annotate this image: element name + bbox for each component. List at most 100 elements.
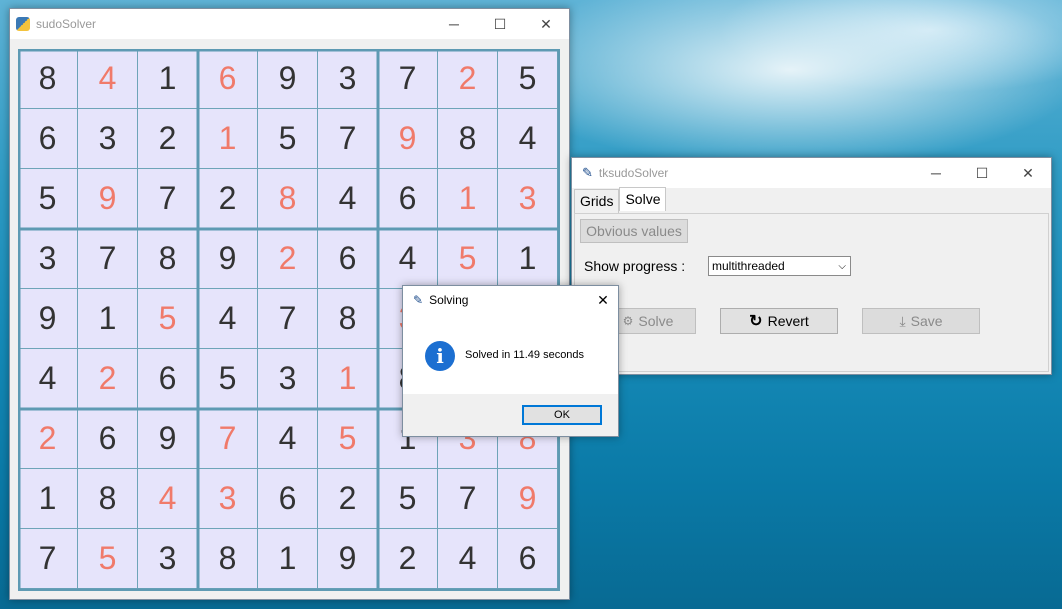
sudoku-cell-r2c5[interactable]: 5 [258, 109, 318, 169]
sudoku-cell-r3c3[interactable]: 7 [138, 169, 198, 229]
maximize-button[interactable]: ☐ [477, 9, 523, 39]
sudoku-cell-r4c7[interactable]: 4 [378, 229, 438, 289]
feather-icon: ✎ [582, 165, 593, 180]
sudoku-cell-r5c4[interactable]: 4 [198, 289, 258, 349]
sudoku-cell-r9c7[interactable]: 2 [378, 529, 438, 589]
obvious-values-button[interactable]: Obvious values [580, 219, 688, 243]
sudoku-cell-r4c3[interactable]: 8 [138, 229, 198, 289]
sudoku-cell-r1c3[interactable]: 1 [138, 49, 198, 109]
sudoku-cell-r5c1[interactable]: 9 [18, 289, 78, 349]
solve-icon: ⚙ [622, 314, 634, 328]
sudoku-cell-r3c6[interactable]: 4 [318, 169, 378, 229]
sudoku-cell-r1c9[interactable]: 5 [498, 49, 558, 109]
ok-button[interactable]: OK [522, 405, 602, 425]
sudoku-cell-r8c1[interactable]: 1 [18, 469, 78, 529]
sudoku-cell-r8c8[interactable]: 7 [438, 469, 498, 529]
sudoku-cell-r3c2[interactable]: 9 [78, 169, 138, 229]
sudoku-cell-r7c4[interactable]: 7 [198, 409, 258, 469]
sudoku-cell-r3c9[interactable]: 3 [498, 169, 558, 229]
sudoku-cell-r2c3[interactable]: 2 [138, 109, 198, 169]
sudoku-cell-r7c1[interactable]: 2 [18, 409, 78, 469]
chevron-down-icon: ⌵ [838, 260, 846, 272]
sudoku-cell-r1c4[interactable]: 6 [198, 49, 258, 109]
sudoku-cell-r8c7[interactable]: 5 [378, 469, 438, 529]
revert-icon: ↻ [749, 313, 763, 330]
sudoku-cell-r4c8[interactable]: 5 [438, 229, 498, 289]
minimize-button[interactable]: ─ [913, 158, 959, 188]
sudoku-cell-r1c6[interactable]: 3 [318, 49, 378, 109]
dialog-close-button[interactable]: ✕ [588, 286, 618, 314]
sudoku-cell-r1c7[interactable]: 7 [378, 49, 438, 109]
tk-titlebar: ✎ tksudoSolver ─ ☐ ✕ [572, 158, 1051, 188]
sudoku-cell-r4c6[interactable]: 6 [318, 229, 378, 289]
sudoku-cell-r4c5[interactable]: 2 [258, 229, 318, 289]
sudoku-cell-r4c2[interactable]: 7 [78, 229, 138, 289]
show-progress-select[interactable]: multithreaded ⌵ [708, 256, 851, 276]
sudoku-cell-r3c4[interactable]: 2 [198, 169, 258, 229]
sudoku-cell-r1c5[interactable]: 9 [258, 49, 318, 109]
sudoku-cell-r3c5[interactable]: 8 [258, 169, 318, 229]
sudoku-cell-r9c1[interactable]: 7 [18, 529, 78, 589]
sudoku-cell-r9c6[interactable]: 9 [318, 529, 378, 589]
sudoku-cell-r9c3[interactable]: 3 [138, 529, 198, 589]
sudoku-cell-r5c6[interactable]: 8 [318, 289, 378, 349]
sudoku-cell-r2c2[interactable]: 3 [78, 109, 138, 169]
sudoku-cell-r6c3[interactable]: 6 [138, 349, 198, 409]
python-icon [16, 17, 30, 31]
sudoku-cell-r4c4[interactable]: 9 [198, 229, 258, 289]
sudoku-cell-r6c5[interactable]: 3 [258, 349, 318, 409]
sudoku-cell-r2c1[interactable]: 6 [18, 109, 78, 169]
sudoku-titlebar: sudoSolver ─ ☐ ✕ [10, 9, 569, 39]
revert-button[interactable]: ↻ Revert [720, 308, 838, 334]
close-button[interactable]: ✕ [523, 9, 569, 39]
sudoku-cell-r4c9[interactable]: 1 [498, 229, 558, 289]
sudoku-cell-r3c8[interactable]: 1 [438, 169, 498, 229]
sudoku-cell-r5c2[interactable]: 1 [78, 289, 138, 349]
sudoku-cell-r8c6[interactable]: 2 [318, 469, 378, 529]
sudoku-cell-r9c9[interactable]: 6 [498, 529, 558, 589]
sudoku-cell-r4c1[interactable]: 3 [18, 229, 78, 289]
tk-window: ✎ tksudoSolver ─ ☐ ✕ Grids Solve Obvious… [571, 157, 1052, 375]
tab-solve[interactable]: Solve [619, 187, 667, 211]
sudoku-cell-r1c2[interactable]: 4 [78, 49, 138, 109]
sudoku-cell-r6c1[interactable]: 4 [18, 349, 78, 409]
save-icon: ⤓ [899, 312, 906, 329]
show-progress-value: multithreaded [712, 259, 785, 273]
close-button[interactable]: ✕ [1005, 158, 1051, 188]
sudoku-cell-r8c5[interactable]: 6 [258, 469, 318, 529]
sudoku-cell-r7c5[interactable]: 4 [258, 409, 318, 469]
maximize-button[interactable]: ☐ [959, 158, 1005, 188]
sudoku-cell-r5c5[interactable]: 7 [258, 289, 318, 349]
sudoku-cell-r9c8[interactable]: 4 [438, 529, 498, 589]
sudoku-cell-r3c7[interactable]: 6 [378, 169, 438, 229]
sudoku-cell-r8c9[interactable]: 9 [498, 469, 558, 529]
solve-panel: Obvious values Show progress : multithre… [574, 213, 1049, 372]
tab-grids[interactable]: Grids [574, 189, 620, 213]
sudoku-cell-r6c6[interactable]: 1 [318, 349, 378, 409]
save-button[interactable]: ⤓ Save [862, 308, 980, 334]
sudoku-cell-r7c3[interactable]: 9 [138, 409, 198, 469]
sudoku-cell-r7c6[interactable]: 5 [318, 409, 378, 469]
sudoku-cell-r8c4[interactable]: 3 [198, 469, 258, 529]
sudoku-cell-r6c2[interactable]: 2 [78, 349, 138, 409]
sudoku-cell-r6c4[interactable]: 5 [198, 349, 258, 409]
sudoku-cell-r5c3[interactable]: 5 [138, 289, 198, 349]
sudoku-cell-r2c7[interactable]: 9 [378, 109, 438, 169]
sudoku-cell-r9c4[interactable]: 8 [198, 529, 258, 589]
sudoku-cell-r2c6[interactable]: 7 [318, 109, 378, 169]
sudoku-cell-r2c4[interactable]: 1 [198, 109, 258, 169]
sudoku-cell-r2c9[interactable]: 4 [498, 109, 558, 169]
solving-dialog: ✎ Solving ✕ i Solved in 11.49 seconds OK [402, 285, 619, 437]
tk-window-title: tksudoSolver [598, 166, 669, 180]
sudoku-cell-r8c3[interactable]: 4 [138, 469, 198, 529]
sudoku-cell-r8c2[interactable]: 8 [78, 469, 138, 529]
sudoku-cell-r7c2[interactable]: 6 [78, 409, 138, 469]
minimize-button[interactable]: ─ [431, 9, 477, 39]
feather-icon: ✎ [413, 293, 424, 307]
sudoku-cell-r9c2[interactable]: 5 [78, 529, 138, 589]
sudoku-cell-r1c1[interactable]: 8 [18, 49, 78, 109]
sudoku-cell-r1c8[interactable]: 2 [438, 49, 498, 109]
sudoku-cell-r2c8[interactable]: 8 [438, 109, 498, 169]
sudoku-cell-r9c5[interactable]: 1 [258, 529, 318, 589]
sudoku-cell-r3c1[interactable]: 5 [18, 169, 78, 229]
